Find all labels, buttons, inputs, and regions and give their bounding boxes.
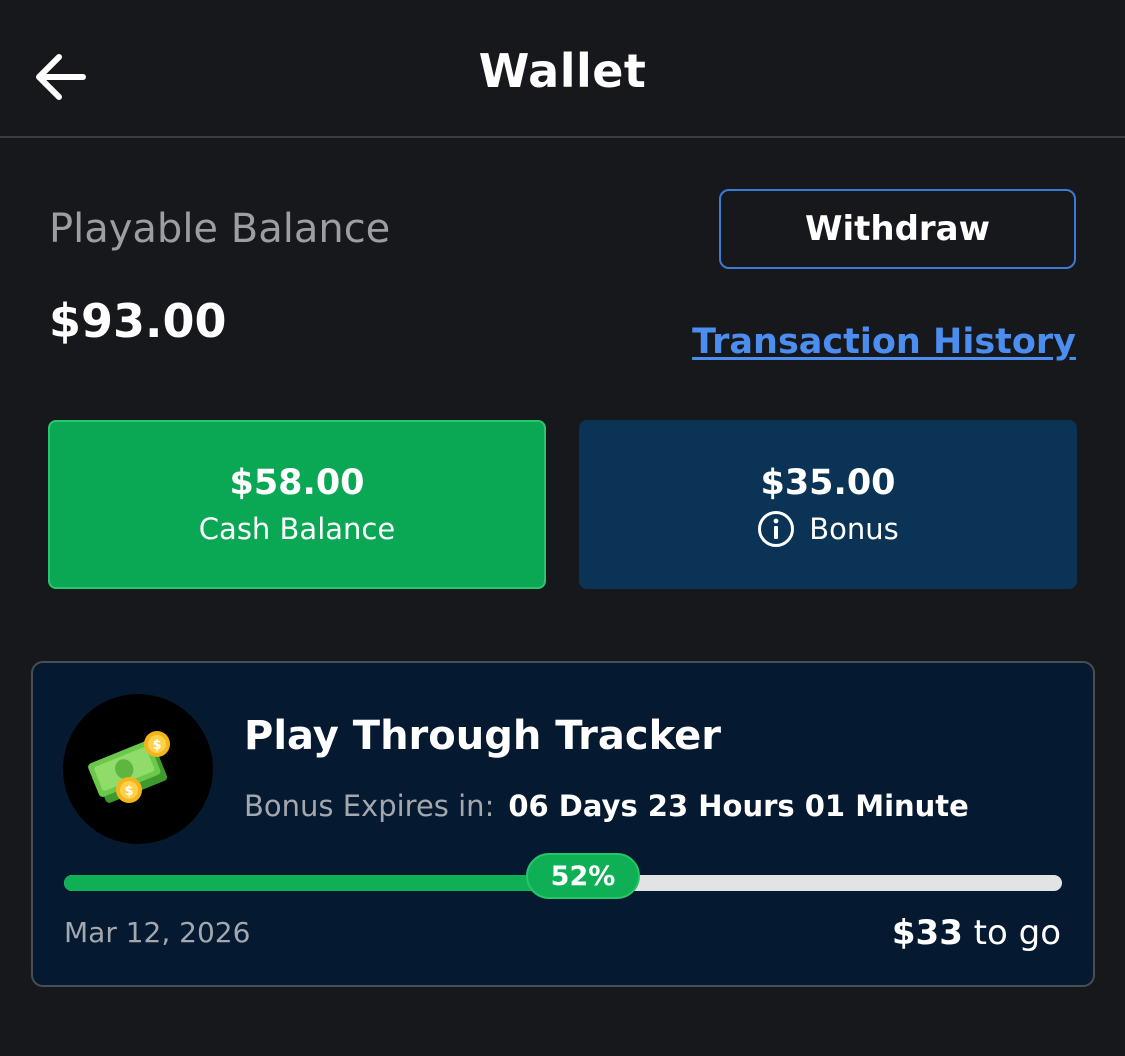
bonus-expires-countdown: 06 Days 23 Hours 01 Minute [508, 789, 969, 823]
amount-to-go: $33 to go [892, 913, 1061, 953]
tracker-title: Play Through Tracker [244, 713, 721, 759]
cash-balance-tile: $58.00 Cash Balance [48, 420, 546, 589]
svg-text:$: $ [152, 738, 161, 753]
cash-balance-label: Cash Balance [198, 511, 396, 546]
money-bills-coins-icon: $ $ [63, 694, 213, 844]
bonus-amount: $35.00 [760, 462, 896, 503]
bonus-tile: $35.00 Bonus [579, 420, 1077, 589]
info-icon[interactable] [757, 510, 795, 548]
play-through-progress-bar: 52% [64, 853, 1062, 899]
cash-balance-amount: $58.00 [229, 462, 365, 503]
bonus-label: Bonus [809, 511, 899, 546]
play-through-tracker-card: $ $ Play Through Tracker Bonus Expires i… [31, 661, 1095, 987]
remaining-suffix: to go [973, 913, 1061, 953]
wallet-screen: Wallet Playable Balance $93.00 Withdraw … [0, 0, 1125, 1056]
bonus-expiry-row: Bonus Expires in: 06 Days 23 Hours 01 Mi… [244, 789, 969, 823]
remaining-amount: $33 [891, 913, 963, 953]
bonus-label-row: Bonus [757, 509, 899, 549]
header: Wallet [0, 0, 1125, 138]
svg-text:$: $ [124, 784, 133, 799]
withdraw-button[interactable]: Withdraw [719, 189, 1076, 269]
progress-percent-badge: 52% [526, 853, 640, 899]
playable-balance-value: $93.00 [49, 294, 227, 348]
bonus-expires-label: Bonus Expires in: [244, 789, 495, 823]
playable-balance-label: Playable Balance [49, 206, 391, 252]
progress-fill [64, 875, 583, 891]
transaction-history-link[interactable]: Transaction History [692, 322, 1076, 362]
page-title: Wallet [478, 44, 647, 98]
tracker-date: Mar 12, 2026 [64, 916, 251, 949]
